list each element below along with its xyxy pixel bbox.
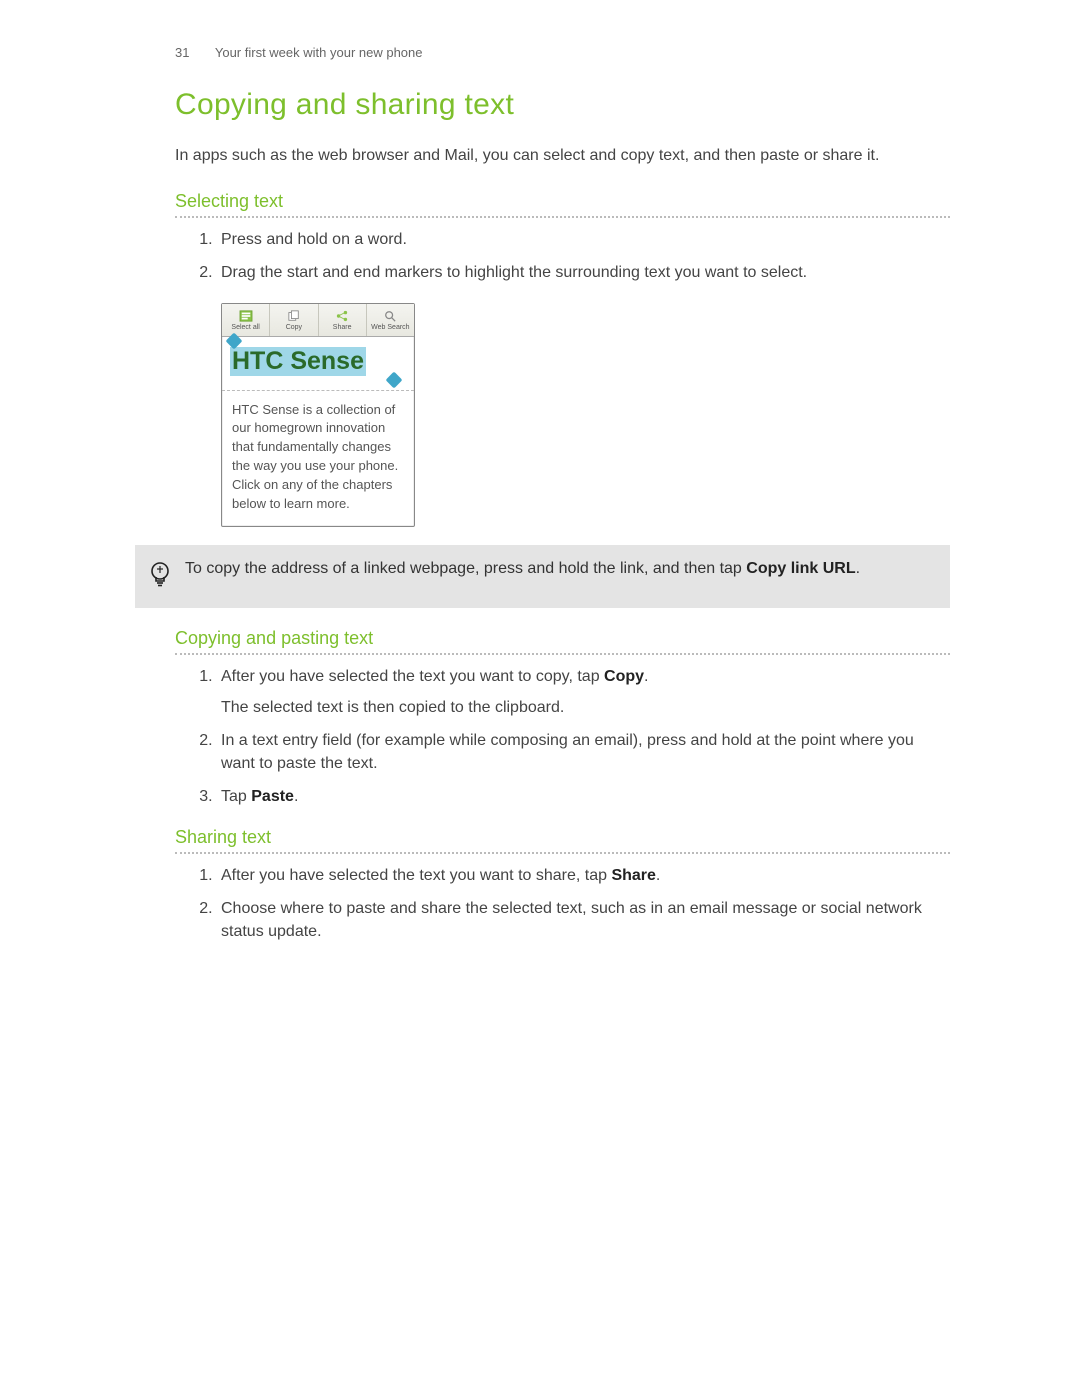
intro-text: In apps such as the web browser and Mail… [175,144,950,167]
tip-text: To copy the address of a linked webpage,… [185,557,860,594]
tip-callout: To copy the address of a linked webpage,… [135,545,950,608]
page-title: Copying and sharing text [175,88,950,122]
step-sharing-1-a: After you have selected the text you wan… [221,867,611,884]
copy-icon [287,310,301,322]
steps-sharing: After you have selected the text you wan… [175,864,950,944]
step-copying-1-b: Copy [604,668,644,685]
text-selection-screenshot: Select all Copy Share Web Search [221,303,415,527]
highlighted-text: HTC Sense [230,347,366,376]
page-number: 31 [175,45,189,60]
mock-share-button: Share [319,304,367,336]
section-heading-sharing: Sharing text [175,827,950,854]
step-sharing-1: After you have selected the text you wan… [217,864,950,887]
mock-toolbar: Select all Copy Share Web Search [222,304,414,337]
step-copying-3: Tap Paste. [217,785,950,808]
mock-selection-area: HTC Sense [222,337,414,391]
step-sharing-2: Choose where to paste and share the sele… [217,897,950,943]
step-copying-3-a: Tap [221,788,251,805]
step-sharing-1-b: Share [611,867,655,884]
mock-share-label: Share [333,324,352,331]
step-selecting-2: Drag the start and end markers to highli… [217,261,950,284]
section-heading-copying: Copying and pasting text [175,628,950,655]
selection-handle-end-icon [386,371,403,388]
share-icon [335,310,349,322]
search-icon [383,310,397,322]
select-all-icon [239,310,253,322]
mock-web-search-label: Web Search [371,324,409,331]
step-copying-2: In a text entry field (for example while… [217,729,950,775]
step-copying-3-b: Paste [251,788,294,805]
lightbulb-icon [149,557,171,594]
step-selecting-1: Press and hold on a word. [217,228,950,251]
step-copying-1: After you have selected the text you wan… [217,665,950,719]
breadcrumb: Your first week with your new phone [215,45,423,60]
step-copying-3-c: . [294,788,298,805]
mock-select-all-button: Select all [222,304,270,336]
tip-text-bold: Copy link URL [746,560,855,577]
mock-copy-label: Copy [286,324,302,331]
page-container: 31 Your first week with your new phone C… [0,0,1080,1397]
step-copying-1-a: After you have selected the text you wan… [221,668,604,685]
step-sharing-1-c: . [656,867,660,884]
steps-copying: After you have selected the text you wan… [175,665,950,809]
steps-selecting: Press and hold on a word. Drag the start… [175,228,950,284]
tip-text-a: To copy the address of a linked webpage,… [185,560,746,577]
mock-web-search-button: Web Search [367,304,414,336]
mock-body-text: HTC Sense is a collection of our homegro… [222,391,414,526]
page-header: 31 Your first week with your new phone [175,45,950,60]
step-copying-1-sub: The selected text is then copied to the … [221,696,950,719]
section-heading-selecting: Selecting text [175,191,950,218]
mock-select-all-label: Select all [231,324,259,331]
step-copying-1-c: . [644,668,648,685]
tip-text-c: . [856,560,860,577]
mock-copy-button: Copy [270,304,318,336]
